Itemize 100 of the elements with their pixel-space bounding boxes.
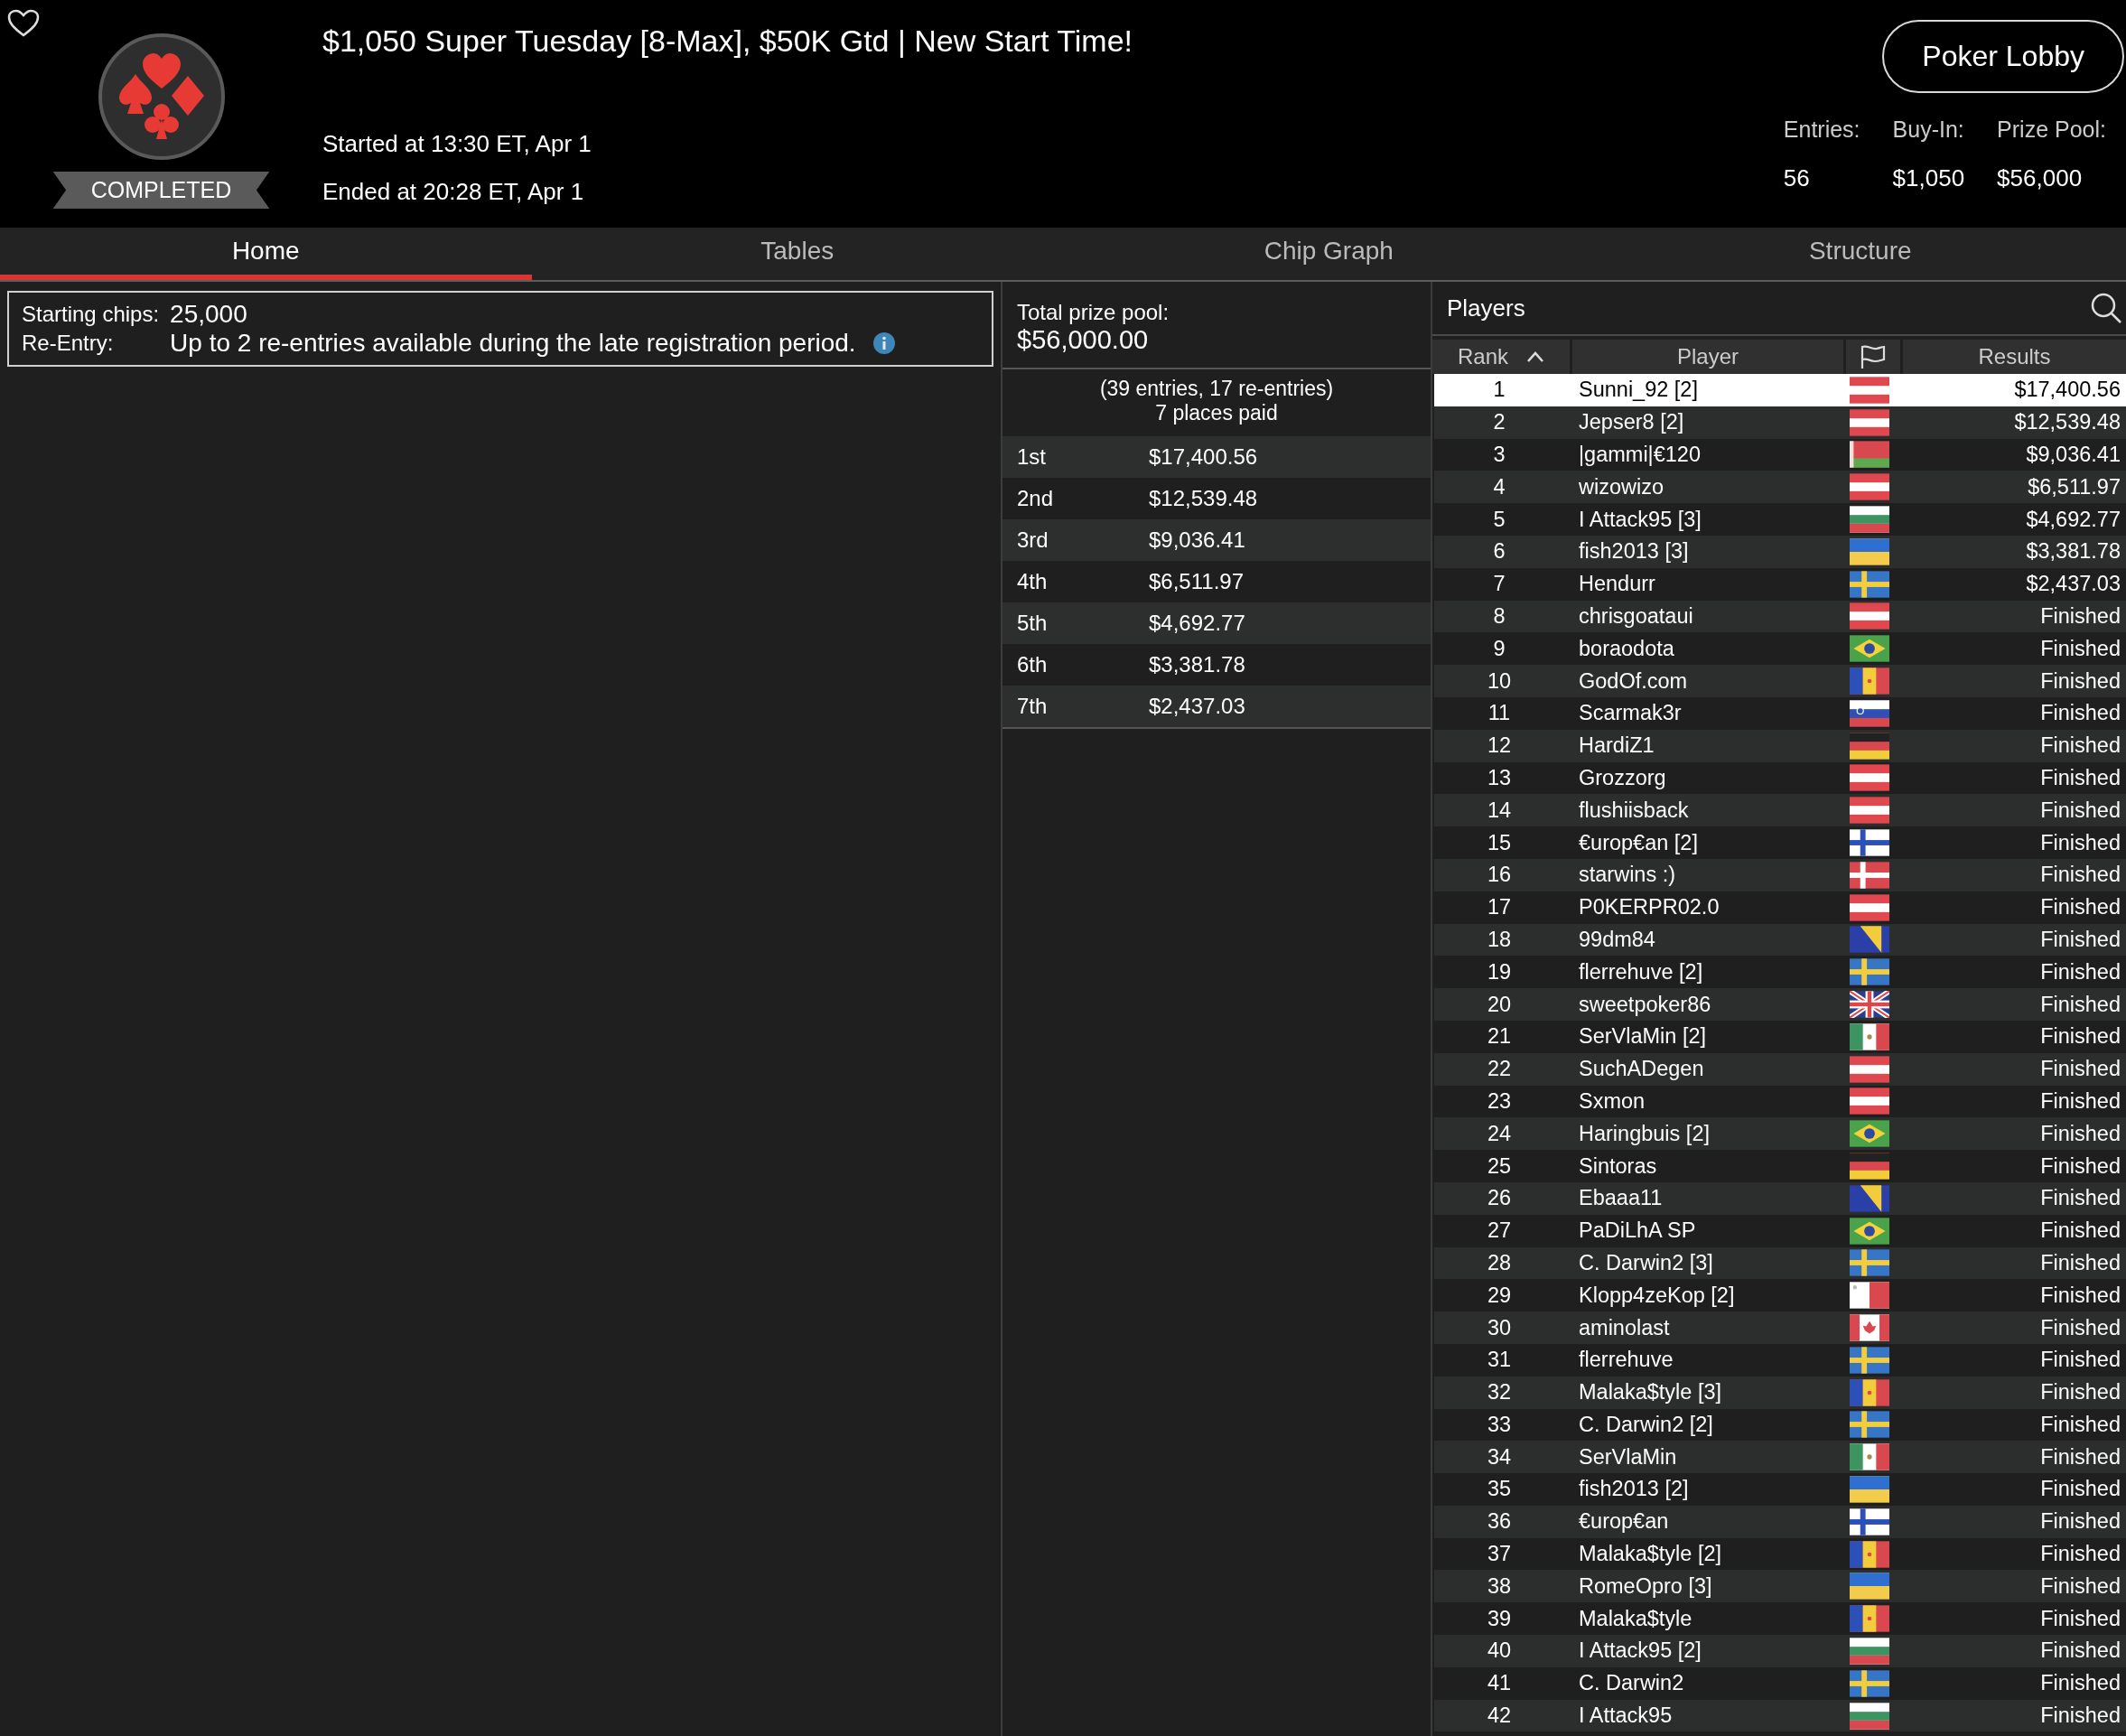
flag-icon — [1850, 1540, 1889, 1568]
player-row[interactable]: 42 I Attack95 Finished — [1434, 1699, 2126, 1732]
result-cell-text: $4,692.77 — [2025, 507, 2121, 532]
player-row[interactable]: 4 wizowizo $6,511.97 — [1434, 471, 2126, 504]
player-name: Malaka$tyle [2] — [1579, 1542, 1723, 1567]
player-row[interactable]: 2 Jepser8 [2] $12,539.48 — [1434, 406, 2126, 439]
rank-cell-text: 41 — [1486, 1671, 1513, 1696]
rank-cell-text: 39 — [1486, 1606, 1513, 1631]
player-name: I Attack95 [2] — [1579, 1638, 1702, 1664]
flag-icon — [1850, 861, 1889, 889]
player-name: C. Darwin2 [2] — [1579, 1412, 1714, 1437]
rank-cell-text: 27 — [1486, 1218, 1513, 1244]
player-row[interactable]: 38 RomeOpro [3] Finished — [1434, 1570, 2126, 1603]
player-row[interactable]: 20 sweetpoker86 Finished — [1434, 988, 2126, 1021]
place-label: 3rd — [1017, 527, 1049, 553]
tab[interactable]: Chip Graph — [1063, 228, 1595, 280]
player-row[interactable]: 34 SerVlaMin Finished — [1434, 1441, 2126, 1474]
rank-cell-text: 8 — [1492, 603, 1506, 629]
player-row[interactable]: 10 GodOf.com Finished — [1434, 665, 2126, 697]
player-row[interactable]: 28 C. Darwin2 [3] Finished — [1434, 1246, 2126, 1280]
player-row[interactable]: 8 chrisgoataui Finished — [1434, 600, 2126, 633]
column-header[interactable] — [1846, 340, 1900, 374]
payout-amount: $12,539.48 — [1149, 486, 1258, 511]
result-cell-text: Finished — [2039, 1153, 2121, 1179]
column-header[interactable]: Results — [1903, 340, 2126, 374]
tournament-title: $1,050 Super Tuesday [8-Max], $50K Gtd | New Start Time! — [322, 23, 1134, 60]
result-cell-text: Finished — [2039, 895, 2121, 920]
column-header[interactable]: Rank — [1432, 340, 1570, 374]
player-name: flushiisback — [1579, 798, 1690, 823]
payout-amount: $4,692.77 — [1149, 611, 1245, 636]
caret-icon[interactable] — [1526, 350, 1544, 363]
player-row[interactable]: 22 SuchADegen Finished — [1434, 1052, 2126, 1086]
info-label: Re-Entry: — [22, 331, 115, 356]
player-row[interactable]: 32 Malaka$tyle [3] Finished — [1434, 1376, 2126, 1409]
payout-amount: $17,400.56 — [1149, 444, 1258, 470]
flag-icon — [1850, 829, 1889, 857]
rank-cell-text: 32 — [1486, 1380, 1513, 1405]
player-name: Sintoras — [1579, 1153, 1658, 1179]
player-name: HardiZ1 — [1579, 733, 1655, 759]
flag-icon — [1850, 1573, 1889, 1601]
rank-cell-text: 34 — [1486, 1444, 1513, 1470]
rank-cell-text: 22 — [1486, 1057, 1513, 1082]
player-row[interactable]: 1 Sunni_92 [2] $17,400.56 — [1434, 374, 2126, 406]
result-cell-text: Finished — [2039, 1283, 2121, 1308]
player-row[interactable]: 26 Ebaaa11 Finished — [1434, 1181, 2126, 1215]
flag-icon — [1850, 1022, 1889, 1050]
rank-cell-text: 31 — [1486, 1348, 1513, 1373]
player-row[interactable]: 30 aminolast Finished — [1434, 1311, 2126, 1344]
tab[interactable]: Tables — [531, 228, 1063, 280]
player-row[interactable]: 16 starwins :) Finished — [1434, 858, 2126, 891]
player-row[interactable]: 18 99dm84 Finished — [1434, 923, 2126, 957]
player-name: SerVlaMin [2] — [1579, 1024, 1708, 1050]
rank-cell-text: 24 — [1486, 1121, 1513, 1146]
start-time: Started at 13:30 ET, Apr 1 — [322, 130, 592, 158]
rank-cell-text: 1 — [1492, 378, 1506, 403]
result-cell-text: Finished — [2039, 1315, 2121, 1340]
tab[interactable]: Home — [0, 228, 532, 280]
player-name: fish2013 [2] — [1579, 1477, 1690, 1502]
flag-icon — [1850, 926, 1889, 954]
player-row[interactable]: 12 HardiZ1 Finished — [1434, 729, 2126, 762]
result-cell-text: Finished — [2039, 603, 2121, 629]
player-name: flerrehuve [2] — [1579, 959, 1704, 985]
player-name: C. Darwin2 [3] — [1579, 1250, 1714, 1275]
player-name: starwins :) — [1579, 863, 1677, 888]
player-row[interactable]: 24 Haringbuis [2] Finished — [1434, 1117, 2126, 1151]
result-cell-text: Finished — [2039, 1444, 2121, 1470]
player-name: chrisgoataui — [1579, 603, 1694, 629]
players-title: Players — [1447, 294, 1525, 322]
rank-cell-text: 36 — [1486, 1509, 1513, 1535]
payout-amount: $3,381.78 — [1149, 652, 1245, 677]
result-cell-text: $3,381.78 — [2025, 539, 2121, 565]
player-name: €urop€an — [1579, 1509, 1670, 1535]
info-label: Starting chips: — [22, 302, 160, 327]
column-header[interactable]: Player — [1572, 340, 1843, 374]
rank-cell-text: 12 — [1486, 733, 1513, 759]
rank-cell-text: 6 — [1492, 539, 1506, 565]
result-cell-text: $17,400.56 — [2013, 378, 2121, 403]
flag-icon — [1850, 797, 1889, 825]
result-cell-text: Finished — [2039, 1250, 2121, 1275]
result-cell-text: Finished — [2039, 1542, 2121, 1567]
rank-cell-text: 14 — [1486, 798, 1513, 823]
player-row[interactable]: 6 fish2013 [3] $3,381.78 — [1434, 536, 2126, 568]
player-name: I Attack95 [3] — [1579, 507, 1702, 532]
poker-lobby-button[interactable]: Poker Lobby — [1882, 20, 2124, 93]
search-icon[interactable] — [2090, 292, 2122, 324]
player-row[interactable]: 14 flushiisback Finished — [1434, 794, 2126, 827]
heart-icon[interactable] — [7, 9, 40, 38]
flag-icon — [1850, 635, 1889, 663]
rank-cell-text: 17 — [1486, 895, 1513, 920]
payout-amount: $6,511.97 — [1149, 569, 1244, 594]
tab[interactable]: Structure — [1594, 228, 2126, 280]
rank-cell-text: 19 — [1486, 959, 1513, 985]
player-name: Malaka$tyle — [1579, 1606, 1693, 1631]
player-row[interactable]: 40 I Attack95 [2] Finished — [1434, 1635, 2126, 1667]
info-icon[interactable] — [872, 331, 896, 355]
prize-pool-label: Total prize pool: — [1017, 300, 1170, 325]
player-row[interactable]: 36 €urop€an Finished — [1434, 1505, 2126, 1538]
result-cell-text: Finished — [2039, 959, 2121, 985]
places-note: 7 places paid — [1155, 401, 1278, 425]
flag-icon — [1850, 1702, 1889, 1730]
